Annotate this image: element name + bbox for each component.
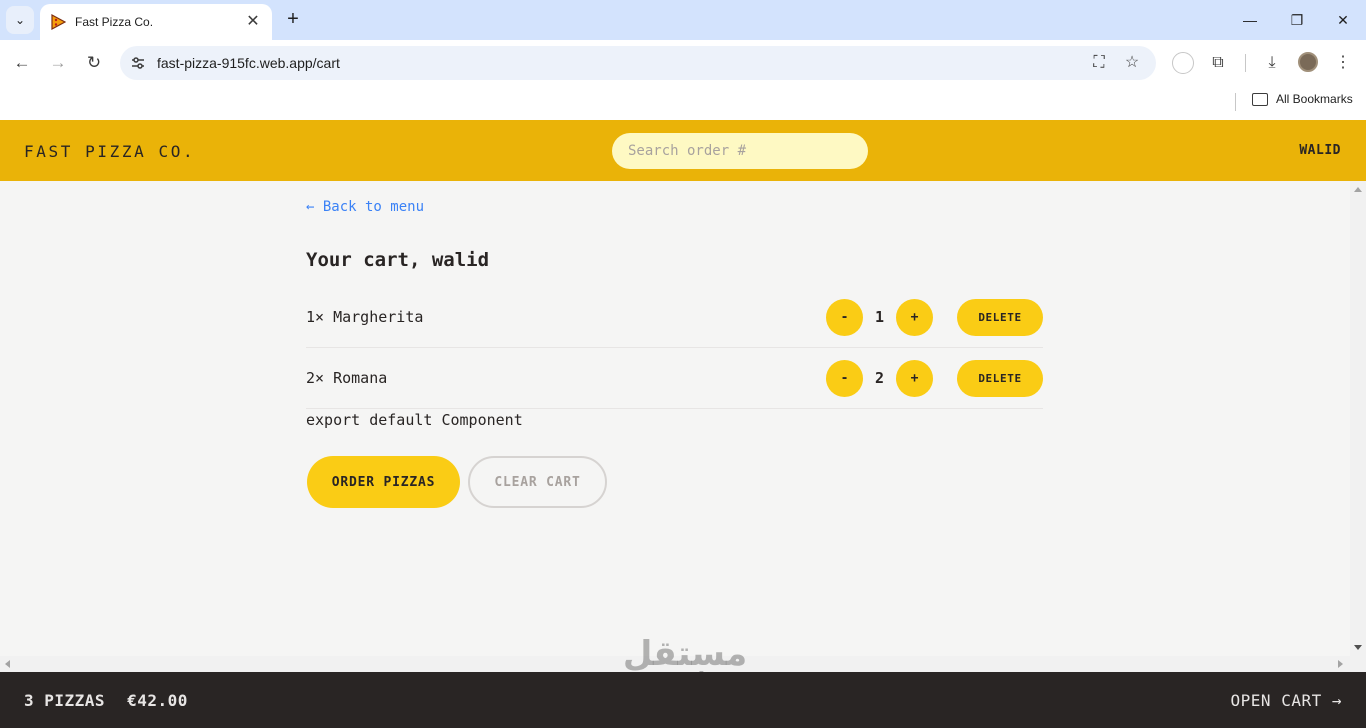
window-close-icon[interactable]: ✕ <box>1331 8 1355 32</box>
cart-page: ← Back to menu Your cart, walid 1× Margh… <box>0 181 1350 656</box>
browser-tabstrip: ⌄ Fast Pizza Co. ✕ + — ❐ ✕ <box>0 0 1366 40</box>
all-bookmarks-button[interactable]: All Bookmarks <box>1252 92 1353 106</box>
kebab-menu-icon[interactable]: ⋮ <box>1332 52 1354 74</box>
tab-title: Fast Pizza Co. <box>75 15 154 29</box>
puzzle-icon[interactable]: ⧉ <box>1207 52 1229 74</box>
delete-item-button[interactable]: DELETE <box>957 298 1043 336</box>
app-header: FAST PIZZA CO. WALID <box>0 120 1366 181</box>
scroll-up-icon[interactable] <box>1354 187 1362 192</box>
order-pizzas-button[interactable]: ORDER PIZZAS <box>307 456 460 508</box>
cart-overview-bar: 3 PIZZAS €42.00 OPEN CART → <box>0 672 1366 728</box>
close-icon[interactable]: ✕ <box>244 14 262 30</box>
cart-summary: 3 PIZZAS €42.00 <box>24 691 188 710</box>
reload-icon[interactable]: ↻ <box>82 51 106 75</box>
toolbar-divider <box>1245 54 1246 72</box>
restore-icon[interactable]: ❐ <box>1285 8 1309 32</box>
bookmarks-divider <box>1235 93 1236 111</box>
cart-item: 2× Romana - 2 + DELETE <box>306 348 1043 409</box>
decrease-quantity-button[interactable]: - <box>826 359 863 397</box>
tune-icon[interactable] <box>130 55 146 71</box>
pizza-count: 3 PIZZAS <box>24 691 106 710</box>
item-quantity: 2 <box>874 369 885 387</box>
tab-search-button[interactable]: ⌄ <box>6 6 34 34</box>
all-bookmarks-label: All Bookmarks <box>1276 92 1353 106</box>
increase-quantity-button[interactable]: + <box>896 298 933 336</box>
profile-avatar[interactable] <box>1298 52 1318 72</box>
scroll-right-icon[interactable] <box>1338 660 1343 668</box>
arrow-right-icon[interactable]: → <box>46 51 70 75</box>
pizza-slice-icon <box>51 14 66 30</box>
address-bar[interactable]: fast-pizza-915fc.web.app/cart ⛶ ☆ <box>120 46 1156 80</box>
quantity-controls: - 2 + DELETE <box>826 359 1043 397</box>
cart-item-name: 2× Romana <box>306 369 388 387</box>
arrow-left-icon[interactable]: ← <box>10 51 34 75</box>
clear-cart-button[interactable]: CLEAR CART <box>468 456 607 508</box>
browser-tab[interactable]: Fast Pizza Co. ✕ <box>40 4 272 40</box>
extension-badge-icon[interactable] <box>1172 52 1194 74</box>
url-text: fast-pizza-915fc.web.app/cart <box>157 55 340 71</box>
scroll-left-icon[interactable] <box>5 660 10 668</box>
plus-icon[interactable]: + <box>282 8 304 30</box>
quantity-controls: - 1 + DELETE <box>826 298 1043 336</box>
download-icon[interactable]: ⤓ <box>1261 52 1283 74</box>
minimize-icon[interactable]: — <box>1238 8 1262 32</box>
item-quantity: 1 <box>874 308 885 326</box>
scroll-down-icon[interactable] <box>1354 645 1362 650</box>
horizontal-scrollbar[interactable] <box>0 656 1366 672</box>
delete-item-button[interactable]: DELETE <box>957 359 1043 397</box>
stray-code-text: export default Component <box>306 411 523 429</box>
cart-item: 1× Margherita - 1 + DELETE <box>306 287 1043 348</box>
back-to-menu-link[interactable]: ← Back to menu <box>306 199 424 215</box>
bookmarks-bar: All Bookmarks <box>0 86 1366 120</box>
brand-logo-link[interactable]: FAST PIZZA CO. <box>24 142 195 161</box>
vertical-scrollbar[interactable] <box>1350 181 1366 656</box>
translate-icon[interactable]: ⛶ <box>1089 53 1109 73</box>
star-icon[interactable]: ☆ <box>1122 53 1142 73</box>
search-order-input[interactable] <box>612 133 868 169</box>
folder-icon <box>1252 92 1268 106</box>
browser-toolbar: ← → ↻ fast-pizza-915fc.web.app/cart ⛶ ☆ … <box>0 40 1366 86</box>
cart-item-name: 1× Margherita <box>306 308 424 326</box>
chevron-down-icon: ⌄ <box>14 13 26 27</box>
decrease-quantity-button[interactable]: - <box>826 298 863 336</box>
page-title: Your cart, walid <box>306 249 490 271</box>
open-cart-link[interactable]: OPEN CART → <box>1231 691 1342 710</box>
username: WALID <box>1299 143 1341 158</box>
cart-total: €42.00 <box>127 691 188 710</box>
cart-item-list: 1× Margherita - 1 + DELETE 2× Romana - 2… <box>306 287 1043 409</box>
increase-quantity-button[interactable]: + <box>896 359 933 397</box>
